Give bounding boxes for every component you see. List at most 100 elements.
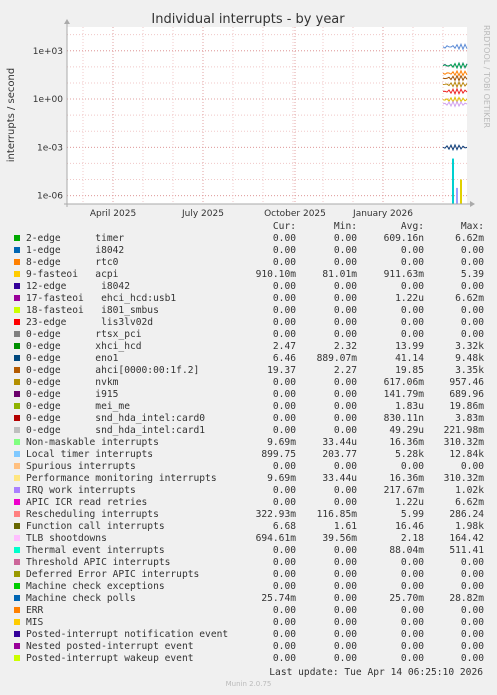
legend-max-value: 689.96 (449, 389, 484, 400)
legend-swatch (14, 343, 20, 349)
legend-row: TLB shootdowns 694.61m 39.56m 2.18 164.42 (0, 533, 497, 545)
legend-min-value: 0.00 (333, 581, 357, 592)
legend-cur-value: 322.93m (255, 509, 296, 520)
legend-max-value: 5.39 (460, 269, 484, 280)
legend-cur-value: 0.00 (272, 293, 296, 304)
legend-swatch (14, 439, 20, 445)
legend-label: 0-edge eno1 (26, 353, 119, 364)
legend-row: 17-fasteoi ehci_hcd:usb1 0.00 0.00 1.22u 6.6… (0, 293, 497, 305)
legend-label: 9-fasteoi acpi (26, 269, 119, 280)
legend-min-value: 0.00 (333, 245, 357, 256)
legend-max-value: 957.46 (449, 377, 484, 388)
y-tick-label: 1e-06 (37, 192, 63, 202)
legend-cur-value: 0.00 (272, 497, 296, 508)
legend-label: Machine check exceptions (26, 581, 165, 592)
legend-row: Non-maskable interrupts 9.69m 33.44u 16.36m… (0, 437, 497, 449)
legend-label: ERR (26, 605, 44, 616)
legend-cur-value: 0.00 (272, 569, 296, 580)
legend-row: 0-edge ahci[0000:00:1f.2] 19.37 2.27 19.85 3… (0, 365, 497, 377)
legend-min-value: 0.00 (333, 389, 357, 400)
legend-row: ERR 0.00 0.00 0.00 0.00 (0, 605, 497, 617)
legend-swatch (14, 511, 20, 517)
legend-row: Machine check exceptions 0.00 0.00 0.00 0.00 (0, 581, 497, 593)
legend-label: 0-edge xhci_hcd (26, 341, 142, 352)
legend-cur-value: 899.75 (261, 449, 296, 460)
legend-row: Local timer interrupts 899.75 203.77 5.28k 1… (0, 449, 497, 461)
legend-label: 0-edge snd_hda_intel:card0 (26, 413, 206, 424)
legend-max-value: 0.00 (460, 605, 484, 616)
legend-row: 1-edge i8042 0.00 0.00 0.00 0.00 (0, 245, 497, 257)
legend-row: 0-edge mei_me 0.00 0.00 1.83u 19.86m (0, 401, 497, 413)
legend-swatch (14, 379, 20, 385)
legend-row: 23-edge lis3lv02d 0.00 0.00 0.00 0.00 (0, 317, 497, 329)
y-tick-label: 1e+00 (33, 95, 64, 105)
legend-row: Deferred Error APIC interrupts 0.00 0.00 0.… (0, 569, 497, 581)
legend-cur-value: 2.47 (272, 341, 296, 352)
legend-swatch (14, 655, 20, 661)
legend-label: 8-edge rtc0 (26, 257, 119, 268)
legend-swatch (14, 463, 20, 469)
legend-cur-value: 0.00 (272, 629, 296, 640)
legend-min-value: 0.00 (333, 305, 357, 316)
legend-max-value: 28.82m (449, 593, 484, 604)
legend-min-value: 0.00 (333, 497, 357, 508)
legend-swatch (14, 391, 20, 397)
legend-swatch (14, 415, 20, 421)
legend-swatch (14, 607, 20, 613)
legend-min-value: 0.00 (333, 641, 357, 652)
legend-row: Posted-interrupt wakeup event 0.00 0.00 0.0… (0, 653, 497, 665)
legend-row: 9-fasteoi acpi 910.10m 81.01m 911.63m 5.39 (0, 269, 497, 281)
legend-max-value: 3.83m (455, 413, 484, 424)
chart-title: Individual interrupts - by year (151, 12, 345, 27)
legend-swatch (14, 307, 20, 313)
legend-label: 0-edge i915 (26, 389, 119, 400)
legend-label: Performance monitoring interrupts (26, 473, 217, 484)
legend-max-value: 1.02k (455, 485, 484, 496)
legend-label: 0-edge ahci[0000:00:1f.2] (26, 365, 200, 376)
legend-label: Nested posted-interrupt event (26, 641, 194, 652)
legend-row: 0-edge eno1 6.46 889.07m 41.14 9.48k (0, 353, 497, 365)
legend-max-value: 511.41 (449, 545, 484, 556)
legend-label: Spurious interrupts (26, 461, 136, 472)
legend-min-value: 0.00 (333, 377, 357, 388)
legend-swatch (14, 235, 20, 241)
legend-row: APIC ICR read retries 0.00 0.00 1.22u 6.62m (0, 497, 497, 509)
legend-label: Threshold APIC interrupts (26, 557, 171, 568)
legend-row: IRQ work interrupts 0.00 0.00 217.67m 1.02k (0, 485, 497, 497)
legend-cur-value: 0.00 (272, 281, 296, 292)
legend-min-value: 0.00 (333, 281, 357, 292)
legend-row: 12-edge i8042 0.00 0.00 0.00 0.00 (0, 281, 497, 293)
legend-cur-value: 694.61m (255, 533, 296, 544)
legend-min-value: 116.85m (316, 509, 357, 520)
legend-label: Posted-interrupt wakeup event (26, 653, 194, 664)
legend-cur-value: 0.00 (272, 485, 296, 496)
legend-min-value: 0.00 (333, 329, 357, 340)
legend-row: Threshold APIC interrupts 0.00 0.00 0.00 0.0… (0, 557, 497, 569)
legend-max-value: 0.00 (460, 557, 484, 568)
legend-max-value: 286.24 (449, 509, 484, 520)
legend-min-value: 0.00 (333, 545, 357, 556)
legend-max-value: 0.00 (460, 281, 484, 292)
legend-cur-value: 0.00 (272, 605, 296, 616)
y-ticks: 1e+03 1e+00 1e-03 1e-06 (33, 47, 64, 202)
legend-row: 18-fasteoi i801_smbus 0.00 0.00 0.00 0.00 (0, 305, 497, 317)
legend-label: Non-maskable interrupts (26, 437, 159, 448)
header-max: Max: (460, 221, 484, 232)
watermark: RRDTOOL / TOBI OETIKER (482, 25, 491, 128)
legend-max-value: 0.00 (460, 317, 484, 328)
legend-label: Deferred Error APIC interrupts (26, 569, 200, 580)
legend-max-value: 6.62m (455, 233, 484, 244)
legend-label: 0-edge mei_me (26, 401, 130, 412)
legend-max-value: 310.32m (443, 473, 484, 484)
y-axis-arrow (64, 19, 70, 24)
legend-swatch (14, 283, 20, 289)
legend-row: 0-edge nvkm 0.00 0.00 617.06m 957.46 (0, 377, 497, 389)
legend-label: 0-edge nvkm (26, 377, 119, 388)
legend-max-value: 164.42 (449, 533, 484, 544)
legend-min-value: 0.00 (333, 593, 357, 604)
legend-row: Machine check polls 25.74m 0.00 25.70m 28.82… (0, 593, 497, 605)
legend-swatch (14, 475, 20, 481)
legend-max-value: 0.00 (460, 257, 484, 268)
legend-min-value: 33.44u (322, 473, 357, 484)
legend-swatch (14, 619, 20, 625)
